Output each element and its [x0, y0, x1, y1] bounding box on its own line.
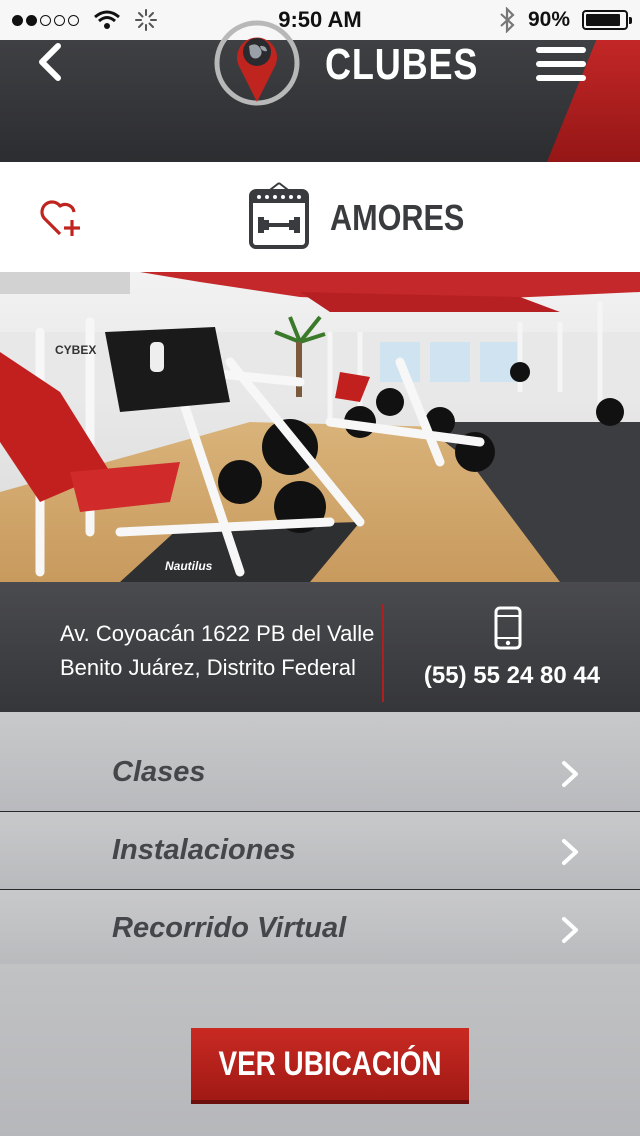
list-item-label: Clases: [112, 756, 206, 788]
page-title: CLUBES: [325, 40, 479, 89]
heart-plus-icon[interactable]: [38, 196, 88, 240]
battery-icon: [582, 10, 632, 30]
signal-strength-icon: [12, 14, 79, 26]
bluetooth-icon: [500, 7, 515, 33]
loading-spinner-icon: [135, 9, 157, 31]
wifi-icon: [94, 10, 120, 29]
club-address: Av. Coyoacán 1622 PB del Valle Benito Ju…: [60, 617, 374, 685]
chevron-left-icon[interactable]: [30, 40, 70, 84]
chevron-right-icon: [562, 839, 578, 865]
button-label: VER UBICACIÓN: [218, 1044, 442, 1083]
globe-pin-logo: [214, 20, 300, 106]
club-menu-list: Clases Instalaciones Recorrido Virtual: [0, 712, 640, 968]
list-item-clases[interactable]: Clases: [0, 712, 640, 812]
gym-photo: CYBEX Nautilus: [0, 272, 640, 582]
hamburger-menu-icon[interactable]: [536, 47, 586, 83]
club-header: [0, 162, 640, 272]
address-line-1: Av. Coyoacán 1622 PB del Valle: [60, 621, 375, 646]
list-item-label: Recorrido Virtual: [112, 912, 347, 944]
machine-brand-label: CYBEX: [55, 343, 96, 357]
chevron-right-icon: [562, 917, 578, 943]
chevron-right-icon: [562, 761, 578, 787]
calendar-dumbbell-icon: [249, 182, 309, 249]
ver-ubicacion-button[interactable]: VER UBICACIÓN: [191, 1028, 469, 1100]
list-item-recorrido-virtual[interactable]: Recorrido Virtual: [0, 890, 640, 968]
status-bar: 9:50 AM 90%: [0, 0, 640, 40]
club-name: AMORES: [330, 197, 465, 238]
list-item-instalaciones[interactable]: Instalaciones: [0, 812, 640, 890]
mobile-phone-icon: [494, 606, 522, 650]
machine-brand-label: Nautilus: [165, 559, 213, 573]
club-phone[interactable]: (55) 55 24 80 44: [384, 662, 640, 690]
address-line-2: Benito Juárez, Distrito Federal: [60, 655, 356, 680]
list-item-label: Instalaciones: [112, 834, 296, 866]
battery-percent: 90%: [527, 8, 570, 31]
